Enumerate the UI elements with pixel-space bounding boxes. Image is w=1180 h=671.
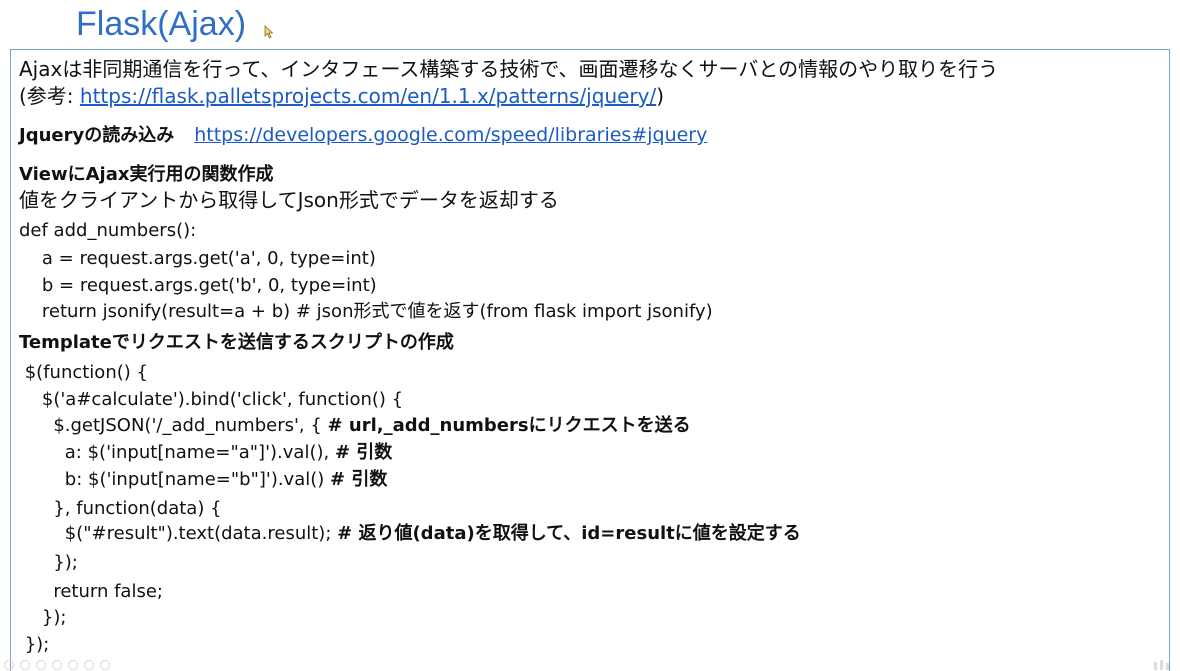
- subtitles-icon[interactable]: [84, 660, 94, 670]
- google-libraries-link[interactable]: https://developers.google.com/speed/libr…: [194, 124, 707, 146]
- view-code-line: return jsonify(result=a + b) # json形式で値を…: [19, 301, 713, 322]
- slides-grid-icon[interactable]: [68, 660, 78, 670]
- template-code-line: $.getJSON('/_add_numbers', { # url,_add_…: [19, 415, 691, 436]
- slide-content-box: Ajaxは非同期通信を行って、インタフェース構築する技術で、画面遷移なくサーバと…: [10, 49, 1170, 671]
- flask-jquery-link[interactable]: https://flask.palletsprojects.com/en/1.1…: [80, 84, 656, 108]
- prev-slide-icon[interactable]: [4, 660, 14, 670]
- mouse-cursor-icon: [264, 25, 274, 39]
- template-code-line: a: $('input[name="a"]').val(), # 引数: [19, 442, 393, 463]
- more-options-icon[interactable]: [100, 660, 110, 670]
- template-code-line: }, function(data) {: [19, 498, 222, 519]
- view-code-line: a = request.args.get('a', 0, type=int): [19, 248, 376, 269]
- zoom-icon[interactable]: [52, 660, 62, 670]
- template-code-line: });: [19, 634, 50, 655]
- view-code-line: b = request.args.get('b', 0, type=int): [19, 275, 377, 296]
- template-code-line: $("#result").text(data.result); # 返り値(da…: [19, 523, 801, 544]
- view-heading: ViewにAjax実行用の関数作成: [19, 164, 274, 185]
- reference-suffix: ): [656, 84, 665, 108]
- pen-tool-icon[interactable]: [36, 660, 46, 670]
- jquery-heading: Jqueryの読み込み: [19, 125, 175, 146]
- slide-title: Flask(Ajax): [76, 5, 247, 43]
- view-description: 値をクライアントから取得してJson形式でデータを返却する: [19, 188, 559, 212]
- reference-line: (参考: https://flask.palletsprojects.com/e…: [19, 83, 664, 109]
- jquery-section: Jqueryの読み込み https://developers.google.com…: [19, 123, 707, 148]
- template-code-line: b: $('input[name="b"]').val() # 引数: [19, 469, 388, 490]
- next-slide-icon[interactable]: [20, 660, 30, 670]
- template-code-line: $(function() {: [19, 362, 148, 383]
- template-code-line: });: [19, 552, 78, 573]
- template-code-line: $('a#calculate').bind('click', function(…: [19, 389, 404, 410]
- slide-controls: [0, 658, 150, 671]
- template-code-line: return false;: [19, 581, 163, 602]
- intro-text: Ajaxは非同期通信を行って、インタフェース構築する技術で、画面遷移なくサーバと…: [19, 57, 999, 81]
- scroll-handle-icon[interactable]: [1152, 658, 1174, 670]
- view-code-line: def add_numbers():: [19, 220, 197, 241]
- template-heading: Templateでリクエストを送信するスクリプトの作成: [19, 332, 454, 353]
- reference-prefix: (参考:: [19, 84, 80, 108]
- template-code-line: });: [19, 607, 67, 628]
